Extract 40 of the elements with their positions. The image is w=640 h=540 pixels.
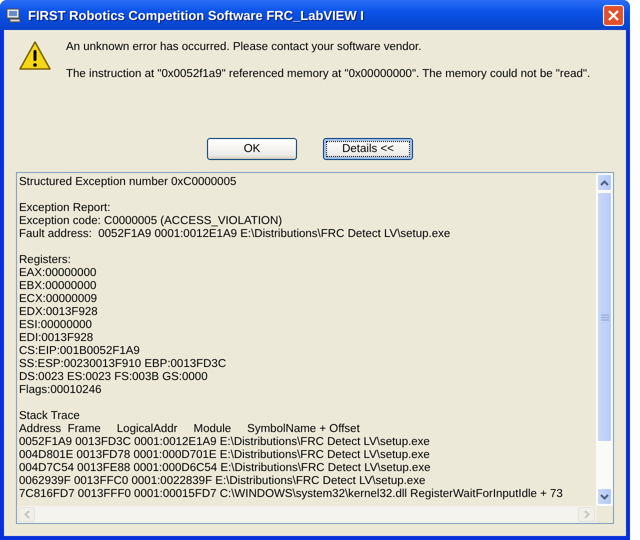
details-line: ECX:00000009: [19, 293, 98, 306]
error-message: The instruction at "0x0052f1a9" referenced memory at "0x00000000". The memory could not be "read".: [66, 68, 590, 80]
vertical-scrollbar[interactable]: [596, 173, 613, 506]
details-line: 7C816FD7 0013FFF0 0001:00015FD7 C:\WINDOWS\system32\kernel32.dll RegisterWaitForInputIdle + 73: [19, 488, 564, 501]
dialog-button[interactable]: Details <<: [323, 138, 413, 160]
details-line: Fault address: 0052F1A9 0001:0012E1A9 E:\Distributions\FRC Detect LV\setup.exe: [19, 228, 452, 241]
computer-icon: [6, 7, 22, 23]
details-line: 004D801E 0013FD78 0001:000D701E E:\Distributions\FRC Detect LV\setup.exe: [19, 449, 431, 462]
details-line: DS:0023 ES:0023 FS:003B GS:0000: [19, 371, 209, 384]
details-line: EDX:0013F928: [19, 306, 99, 319]
details-line: EAX:00000000: [19, 267, 98, 280]
window-title: FIRST Robotics Competition Software FRC_LabVIEW I: [28, 8, 365, 22]
details-line: Exception Report:: [19, 202, 112, 215]
details-text-area[interactable]: [16, 172, 614, 524]
details-line: 004D7C54 0013FE88 0001:000D6C54 E:\Distributions\FRC Detect LV\setup.exe: [19, 462, 432, 475]
details-line: EDI:0013F928: [19, 332, 94, 345]
details-line: SS:ESP:00230013F910 EBP:0013FD3C: [19, 358, 228, 371]
details-line: Structured Exception number 0xC0000005: [19, 176, 238, 189]
scroll-up-button[interactable]: [597, 174, 612, 191]
details-line: CS:EIP:001B0052F1A9: [19, 345, 141, 358]
details-line: Address Frame LogicalAddr Module SymbolName + Offset: [19, 423, 361, 436]
details-line: 0052F1A9 0013FD3C 0001:0012E1A9 E:\Distributions\FRC Detect LV\setup.exe: [19, 436, 431, 449]
details-line: Exception code: C0000005 (ACCESS_VIOLATION): [19, 215, 284, 228]
close-button[interactable]: [603, 4, 624, 26]
details-line: EBX:00000000: [19, 280, 98, 293]
chevron-right-icon: [584, 510, 590, 519]
scroll-thumb[interactable]: [597, 192, 612, 442]
warning-icon: [18, 40, 52, 72]
details-line: Stack Trace: [19, 410, 81, 423]
dialog-button[interactable]: OK: [207, 138, 297, 160]
details-line: ESI:00000000: [19, 319, 93, 332]
details-line: Registers:: [19, 254, 72, 267]
scroll-down-button[interactable]: [597, 488, 612, 505]
chevron-left-icon: [24, 510, 30, 519]
details-line: 0062939F 0013FFC0 0001:0022839F E:\Distributions\FRC Detect LV\setup.exe: [19, 475, 426, 488]
error-message: An unknown error has occurred. Please contact your software vendor.: [66, 41, 422, 53]
close-icon: [608, 10, 619, 20]
details-line: Flags:00010246: [19, 384, 102, 397]
chevron-up-icon: [600, 180, 609, 186]
chevron-down-icon: [600, 494, 609, 500]
